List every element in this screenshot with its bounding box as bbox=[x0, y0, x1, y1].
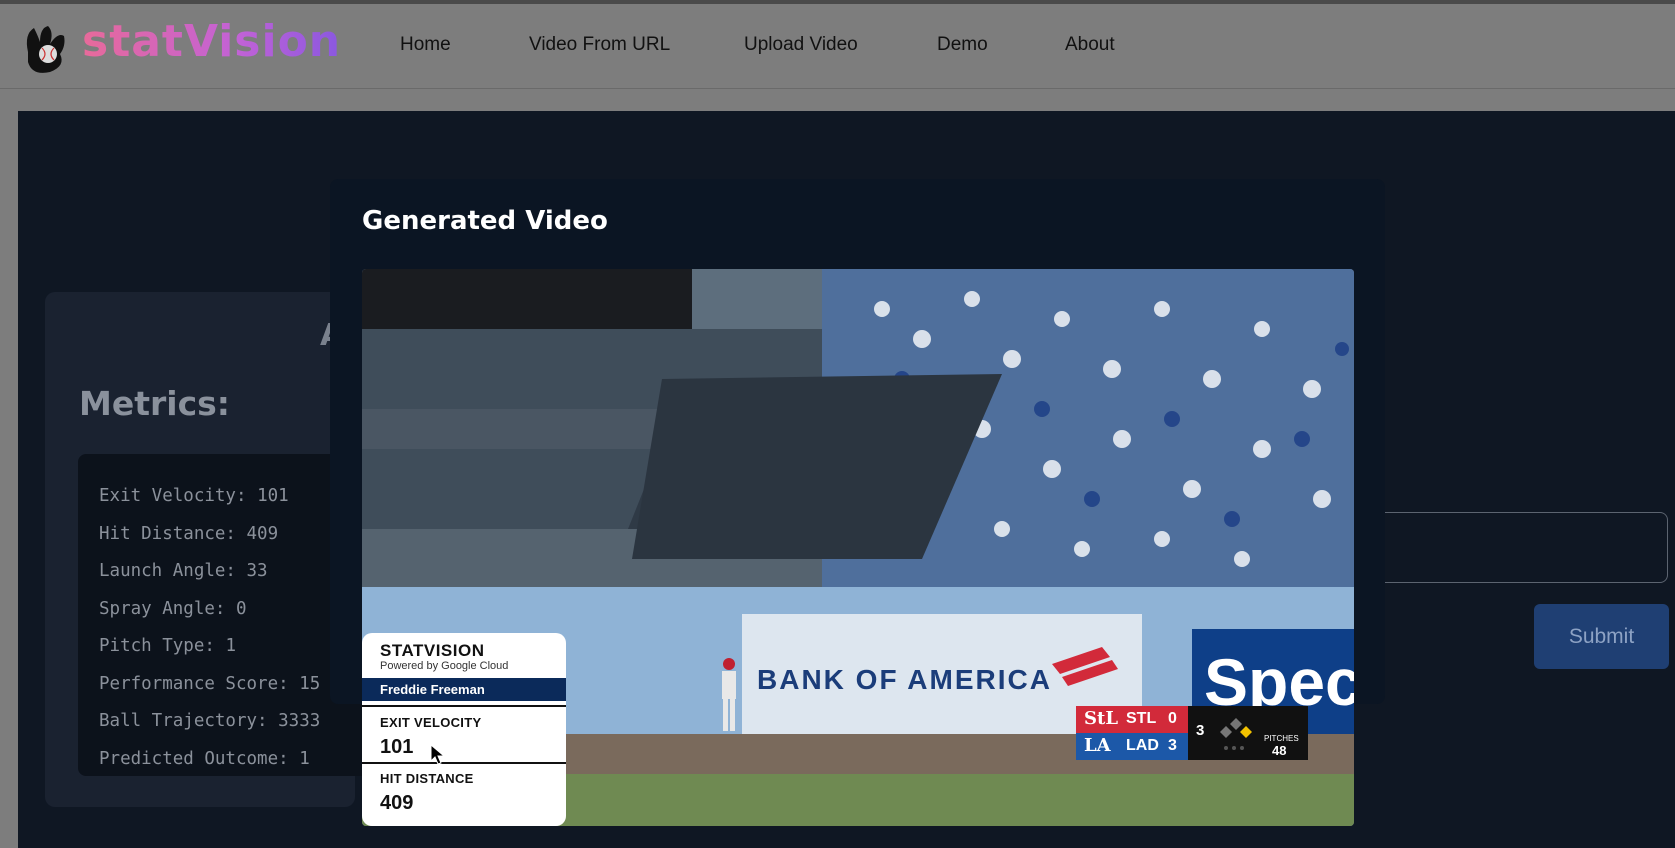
overlay-exit-velocity-value: 101 bbox=[380, 736, 414, 758]
overlay-brand: STATVISION bbox=[380, 641, 485, 660]
metric-pitch-type: Pitch Type: 1 bbox=[99, 636, 236, 656]
overlay-divider bbox=[362, 762, 566, 764]
overlay-hit-distance-label: HIT DISTANCE bbox=[380, 771, 474, 786]
game-scorebug: StL STL 0 LA LAD 3 3 PITCHES 48 bbox=[1076, 706, 1308, 760]
stat-overlay-card: STATVISION Powered by Google Cloud Fredd… bbox=[362, 633, 566, 826]
nav-demo[interactable]: Demo bbox=[937, 34, 988, 56]
scorebug-pitches: 48 bbox=[1272, 743, 1287, 758]
scorebug-pitches-label: PITCHES bbox=[1264, 734, 1299, 743]
metrics-title: Metrics: bbox=[79, 384, 230, 423]
left-gutter bbox=[0, 89, 18, 848]
scorebug-home-team: LA LAD 3 bbox=[1076, 733, 1188, 760]
nav-home[interactable]: Home bbox=[400, 34, 451, 56]
mouse-cursor-icon bbox=[430, 744, 446, 765]
baseball-glove-icon[interactable] bbox=[20, 22, 70, 76]
video-url-input[interactable] bbox=[1380, 512, 1668, 583]
modal-title: Generated Video bbox=[362, 206, 608, 236]
overlay-divider bbox=[362, 705, 566, 707]
top-navbar: statVision Home Video From URL Upload Vi… bbox=[0, 0, 1675, 89]
metric-exit-velocity: Exit Velocity: 101 bbox=[99, 486, 289, 506]
metric-performance-score: Performance Score: 15 bbox=[99, 674, 321, 694]
overlay-player-name: Freddie Freeman bbox=[362, 678, 566, 701]
navbar-gap bbox=[0, 89, 1675, 111]
brand-logo[interactable]: statVision bbox=[82, 16, 341, 67]
overlay-exit-velocity-label: EXIT VELOCITY bbox=[380, 715, 482, 730]
submit-button[interactable]: Submit bbox=[1534, 604, 1669, 669]
nav-about[interactable]: About bbox=[1065, 34, 1115, 56]
svg-text:BANK OF AMERICA: BANK OF AMERICA bbox=[757, 664, 1052, 695]
overlay-powered-by: Powered by Google Cloud bbox=[380, 660, 509, 672]
metric-launch-angle: Launch Angle: 33 bbox=[99, 561, 268, 581]
scorebug-inning-panel: 3 PITCHES 48 bbox=[1188, 706, 1308, 760]
scorebug-away-team: StL STL 0 bbox=[1076, 706, 1188, 733]
cardinals-logo-icon: StL bbox=[1084, 708, 1118, 729]
metric-ball-trajectory: Ball Trajectory: 3333 bbox=[99, 711, 321, 731]
scorebug-inning: 3 bbox=[1196, 722, 1205, 739]
metric-spray-angle: Spray Angle: 0 bbox=[99, 599, 247, 619]
dodgers-logo-icon: LA bbox=[1084, 735, 1111, 756]
overlay-hit-distance-value: 409 bbox=[380, 792, 414, 814]
nav-upload-video[interactable]: Upload Video bbox=[744, 34, 858, 56]
nav-video-from-url[interactable]: Video From URL bbox=[529, 34, 670, 56]
metric-hit-distance: Hit Distance: 409 bbox=[99, 524, 279, 544]
bases-diamond-icon bbox=[1220, 718, 1252, 750]
metric-predicted-outcome: Predicted Outcome: 1 bbox=[99, 749, 310, 769]
